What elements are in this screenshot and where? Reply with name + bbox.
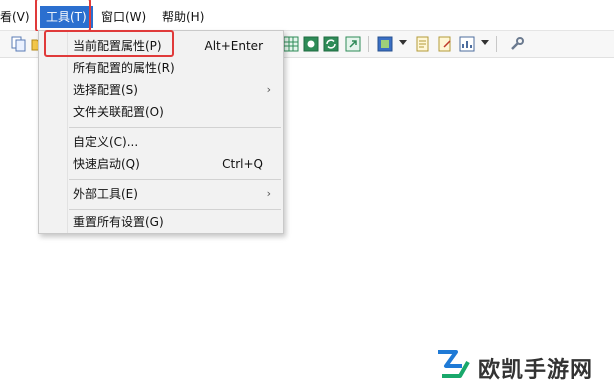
menu-view[interactable]: 查看(V): [0, 6, 36, 28]
menu-item-label: 快速启动(Q): [73, 157, 140, 171]
menu-item-shortcut: Alt+Enter: [204, 39, 263, 53]
menu-item-select-config[interactable]: 选择配置(S) ›: [39, 79, 283, 101]
menu-item-quick-launch[interactable]: 快速启动(Q) Ctrl+Q: [39, 153, 283, 175]
menu-item-label: 重置所有设置(G): [73, 215, 164, 229]
toolbar-separator: [368, 36, 369, 52]
menu-item-label: 自定义(C)...: [73, 135, 139, 149]
tools-dropdown-menu: 当前配置属性(P) Alt+Enter 所有配置的属性(R) 选择配置(S) ›…: [38, 30, 284, 234]
refresh-icon[interactable]: [322, 35, 340, 53]
menu-window[interactable]: 窗口(W): [95, 6, 152, 28]
menu-bar: 查看(V) 工具(T) 窗口(W) 帮助(H): [0, 0, 614, 31]
dropdown-arrow-icon[interactable]: [481, 40, 489, 45]
submenu-arrow-icon: ›: [266, 83, 271, 96]
submenu-arrow-icon: ›: [266, 187, 271, 200]
grid-icon[interactable]: [282, 35, 300, 53]
watermark-text: 欧凯手游网: [478, 358, 594, 383]
settings-panel-icon[interactable]: [376, 35, 394, 53]
menu-item-label: 文件关联配置(O): [73, 105, 164, 119]
menu-item-label: 选择配置(S): [73, 83, 138, 97]
menu-item-file-association-config[interactable]: 文件关联配置(O): [39, 101, 283, 123]
menu-item-all-config-properties[interactable]: 所有配置的属性(R): [39, 57, 283, 79]
menu-help[interactable]: 帮助(H): [156, 6, 210, 28]
tools-menu-highlight: [35, 0, 91, 32]
image-icon[interactable]: [302, 35, 320, 53]
menu-item-external-tools[interactable]: 外部工具(E) ›: [39, 183, 283, 205]
chart-window-icon[interactable]: [458, 35, 476, 53]
menu-item-label: 外部工具(E): [73, 187, 138, 201]
current-config-highlight: [44, 30, 174, 57]
menu-separator: [69, 209, 281, 210]
menu-separator: [69, 127, 281, 128]
menu-separator: [69, 179, 281, 180]
watermark: 欧凯手游网: [432, 346, 614, 383]
watermark-logo-icon: [438, 350, 470, 378]
menu-item-label: 所有配置的属性(R): [73, 61, 175, 75]
export-icon[interactable]: [344, 35, 362, 53]
menu-item-customize[interactable]: 自定义(C)...: [39, 131, 283, 153]
notes-icon[interactable]: [414, 35, 432, 53]
copy-icon[interactable]: [10, 35, 28, 53]
dropdown-arrow-icon[interactable]: [399, 40, 407, 45]
document-edit-icon[interactable]: [436, 35, 454, 53]
toolbar-separator: [496, 36, 497, 52]
menu-item-shortcut: Ctrl+Q: [222, 157, 263, 171]
menu-item-reset-all-settings[interactable]: 重置所有设置(G): [39, 211, 283, 233]
wrench-icon[interactable]: [508, 35, 526, 53]
